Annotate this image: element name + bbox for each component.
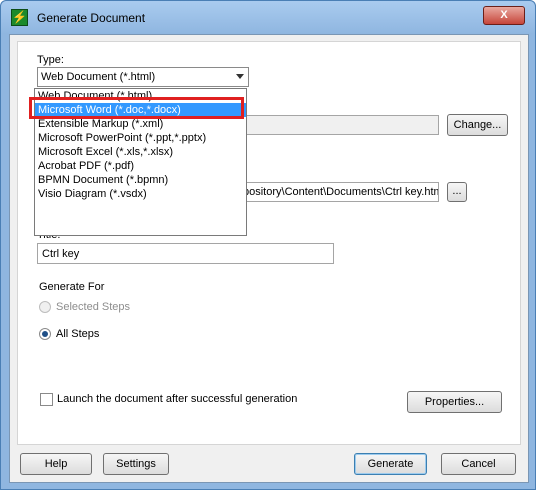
type-option-visio[interactable]: Visio Diagram (*.vsdx) (35, 187, 246, 201)
generate-for-label: Generate For (39, 281, 105, 293)
type-select-value: Web Document (*.html) (41, 71, 156, 83)
selected-steps-radio[interactable] (39, 301, 51, 313)
title-bar[interactable]: ⚡ Generate Document X (1, 1, 535, 34)
close-button[interactable]: X (483, 6, 525, 25)
type-option-xml[interactable]: Extensible Markup (*.xml) (35, 117, 246, 131)
type-label: Type: (37, 54, 64, 66)
template-path-field[interactable] (238, 115, 439, 135)
all-steps-label[interactable]: All Steps (56, 328, 99, 340)
chevron-down-icon[interactable] (236, 74, 244, 79)
type-option-powerpoint[interactable]: Microsoft PowerPoint (*.ppt,*.pptx) (35, 131, 246, 145)
type-option-pdf[interactable]: Acrobat PDF (*.pdf) (35, 159, 246, 173)
highlight-callout (29, 97, 244, 119)
launch-checkbox[interactable] (40, 393, 53, 406)
browse-button[interactable]: ... (447, 182, 467, 202)
all-steps-radio[interactable] (39, 328, 51, 340)
output-path-value: pository\Content\Documents\Ctrl key.htm (243, 186, 439, 198)
generate-button[interactable]: Generate (354, 453, 427, 475)
type-select[interactable]: Web Document (*.html) (37, 67, 249, 87)
help-button[interactable]: Help (20, 453, 92, 475)
dialog-title: Generate Document (37, 11, 146, 25)
title-input-value: Ctrl key (42, 248, 80, 260)
app-lightning-icon: ⚡ (11, 9, 28, 26)
type-option-excel[interactable]: Microsoft Excel (*.xls,*.xlsx) (35, 145, 246, 159)
title-input[interactable]: Ctrl key (37, 243, 334, 264)
properties-button[interactable]: Properties... (407, 391, 502, 413)
type-option-bpmn[interactable]: BPMN Document (*.bpmn) (35, 173, 246, 187)
selected-steps-label[interactable]: Selected Steps (56, 301, 130, 313)
output-path-field[interactable]: pository\Content\Documents\Ctrl key.htm (238, 182, 439, 202)
launch-label[interactable]: Launch the document after successful gen… (57, 393, 297, 405)
dialog-window: ⚡ Generate Document X Type: Web Document… (0, 0, 536, 490)
cancel-button[interactable]: Cancel (441, 453, 516, 475)
settings-button[interactable]: Settings (103, 453, 169, 475)
change-template-button[interactable]: Change... (447, 114, 508, 136)
